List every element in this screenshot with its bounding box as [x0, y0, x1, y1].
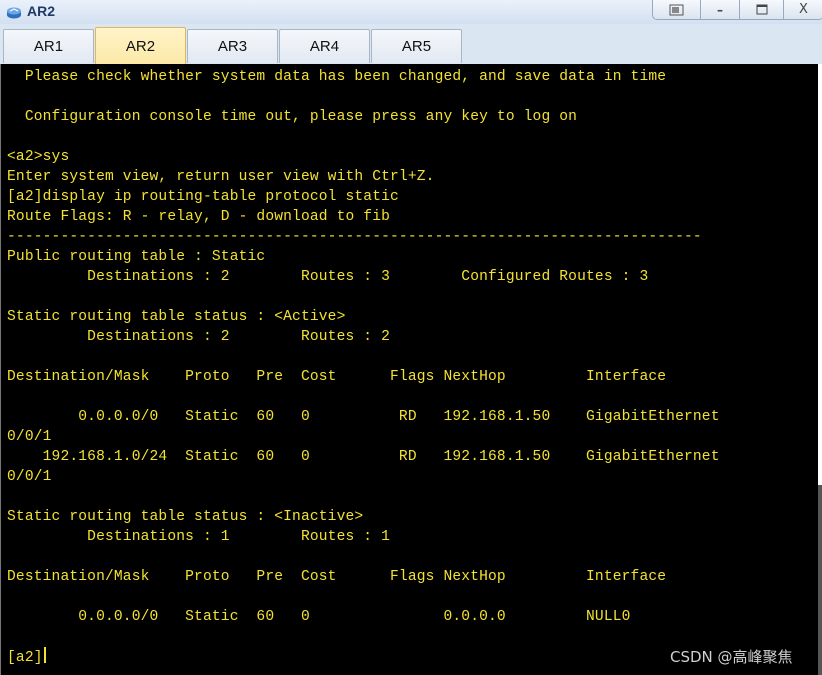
watermark: CSDN @高峰聚焦 — [670, 648, 793, 666]
console-line: Destinations : 2 Routes : 2 — [87, 329, 391, 345]
console-line: ----------------------------------------… — [7, 229, 702, 245]
terminal-console[interactable]: Please check whether system data has bee… — [0, 64, 819, 675]
console-output: Please check whether system data has bee… — [7, 67, 720, 668]
console-line: Destination/Mask Proto Pre Cost Flags Ne… — [7, 569, 667, 585]
console-line: 192.168.1.0/24 Static 60 0 RD 192.168.1.… — [42, 449, 720, 465]
console-line: 0.0.0.0/0 Static 60 0 0.0.0.0 NULL0 — [78, 609, 631, 625]
console-line: [a2]display ip routing-table protocol st… — [7, 189, 399, 205]
close-icon: X — [799, 2, 808, 17]
console-line: Static routing table status : <Active> — [7, 309, 346, 325]
minimize-icon: – — [717, 2, 723, 17]
console-line: 0/0/1 — [7, 469, 52, 485]
scrollbar-thumb[interactable] — [818, 485, 822, 675]
tab-ar3[interactable]: AR3 — [187, 29, 278, 63]
console-line: Destinations : 1 Routes : 1 — [87, 529, 391, 545]
console-line: Destinations : 2 Routes : 3 Configured R… — [87, 269, 649, 285]
minimize-button[interactable]: – — [700, 0, 740, 20]
close-button[interactable]: X — [783, 0, 822, 20]
tab-ar2[interactable]: AR2 — [95, 27, 186, 64]
console-line: Configuration console time out, please p… — [24, 109, 578, 125]
console-line: <a2>sys — [7, 149, 70, 165]
tab-ar4[interactable]: AR4 — [279, 29, 370, 63]
text-cursor — [43, 647, 46, 663]
title-bar: AR2 – X — [0, 0, 822, 25]
device-tab-bar: AR1 AR2 AR3 AR4 AR5 — [0, 24, 822, 64]
maximize-icon — [756, 4, 767, 15]
console-lines: Please check whether system data has bee… — [7, 69, 720, 625]
console-line: 0/0/1 — [7, 429, 52, 445]
console-line: 0.0.0.0/0 Static 60 0 RD 192.168.1.50 Gi… — [78, 409, 720, 425]
restore-button[interactable] — [652, 0, 701, 20]
console-line: Static routing table status : <Inactive> — [7, 509, 364, 525]
console-line: Route Flags: R - relay, D - download to … — [7, 209, 391, 225]
tab-ar1[interactable]: AR1 — [3, 29, 94, 63]
maximize-button[interactable] — [739, 0, 784, 20]
console-line: Please check whether system data has bee… — [24, 69, 667, 85]
console-line: Destination/Mask Proto Pre Cost Flags Ne… — [7, 369, 667, 385]
console-line: Enter system view, return user view with… — [7, 169, 435, 185]
console-line: Public routing table : Static — [7, 249, 266, 265]
tab-ar5[interactable]: AR5 — [371, 29, 462, 63]
restore-icon — [669, 4, 683, 15]
console-prompt: [a2] — [7, 650, 43, 666]
window-title: AR2 — [27, 3, 56, 19]
router-app-icon — [7, 7, 21, 19]
